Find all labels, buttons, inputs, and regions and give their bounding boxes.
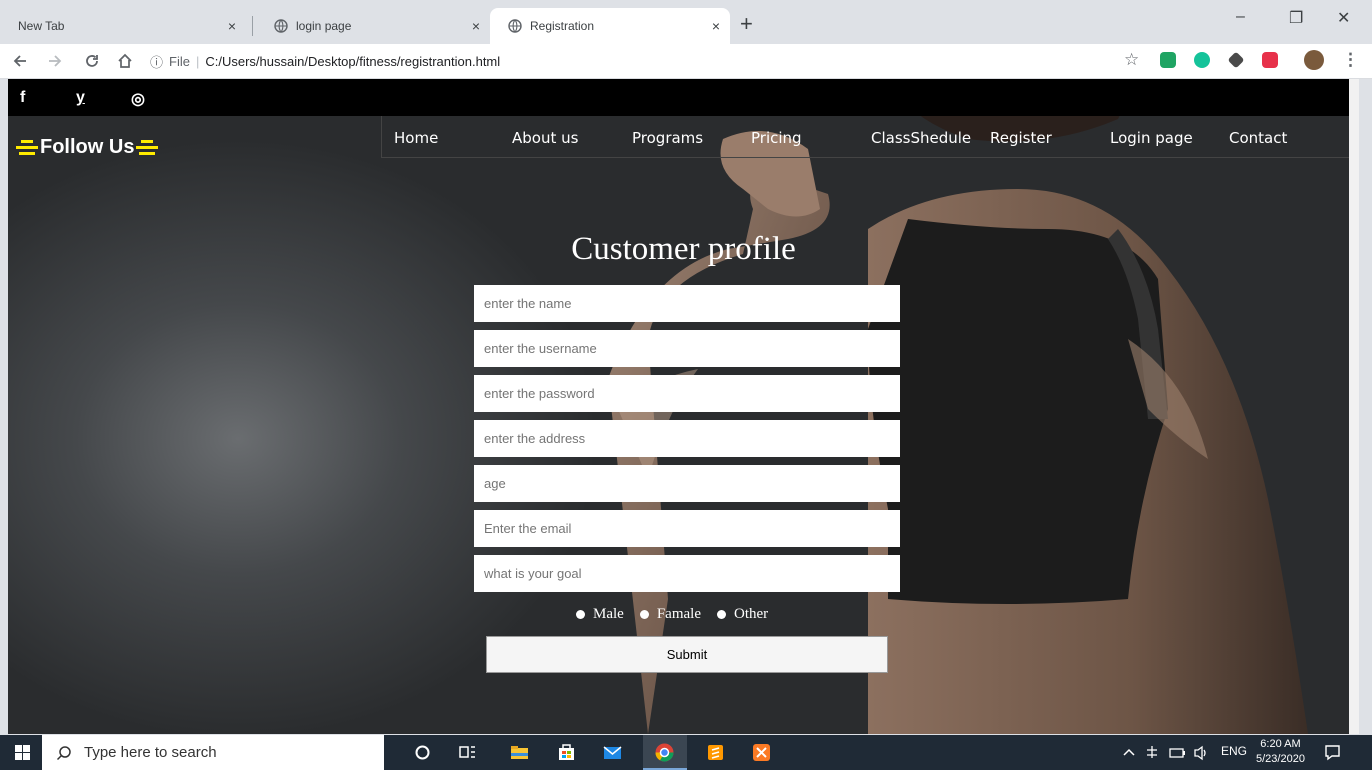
- form-title: Customer profile: [571, 231, 796, 267]
- task-view-icon[interactable]: [457, 742, 478, 763]
- clock-date: 5/23/2020: [1256, 753, 1305, 765]
- nav-home[interactable]: Home: [394, 129, 438, 147]
- email-input[interactable]: [474, 510, 900, 547]
- address-separator: |: [195, 53, 200, 69]
- restore-icon[interactable]: ❐: [1289, 8, 1303, 28]
- home-icon[interactable]: [116, 52, 134, 70]
- url-text[interactable]: C:/Users/hussain/Desktop/fitness/registr…: [205, 54, 500, 69]
- nav-register[interactable]: Register: [990, 129, 1052, 147]
- radio-male[interactable]: [576, 610, 585, 619]
- tab-label: Registration: [530, 19, 595, 33]
- close-icon[interactable]: ×: [228, 18, 236, 34]
- sublime-text-icon[interactable]: [705, 742, 726, 763]
- minimize-icon[interactable]: –: [1236, 8, 1245, 26]
- nav-about-us[interactable]: About us: [512, 129, 578, 147]
- nav-login-page[interactable]: Login page: [1110, 129, 1193, 147]
- store-icon[interactable]: [556, 742, 577, 763]
- tab-strip: New Tab × login page × Registration × + …: [0, 0, 1372, 44]
- network-icon[interactable]: [1143, 742, 1161, 763]
- new-tab-button[interactable]: +: [740, 11, 753, 37]
- language-indicator[interactable]: ENG: [1221, 744, 1247, 758]
- nav-class-schedule[interactable]: ClassShedule: [871, 129, 971, 147]
- windows-start-icon[interactable]: [12, 742, 33, 763]
- twitter-icon[interactable]: y: [76, 89, 85, 107]
- nav-pricing[interactable]: Pricing: [751, 129, 802, 147]
- social-top-bar: f y ◎: [8, 79, 1359, 116]
- name-input[interactable]: [474, 285, 900, 322]
- chrome-icon[interactable]: [654, 742, 675, 763]
- extension-pocket-icon[interactable]: [1262, 52, 1278, 68]
- info-icon[interactable]: ⓘ: [150, 52, 163, 71]
- extension-diamond-icon[interactable]: [1227, 51, 1245, 69]
- radio-label-other: Other: [733, 606, 769, 622]
- instagram-icon[interactable]: ◎: [131, 89, 145, 109]
- follow-us-heading: Follow Us: [14, 136, 160, 159]
- close-icon[interactable]: ×: [712, 18, 720, 34]
- search-placeholder: Type here to search: [84, 744, 217, 761]
- taskbar-search-box[interactable]: Type here to search: [42, 735, 384, 770]
- facebook-icon[interactable]: f: [20, 89, 25, 107]
- clock[interactable]: 6:20 AM 5/23/2020: [1256, 737, 1305, 767]
- radio-female[interactable]: [639, 610, 649, 619]
- password-input[interactable]: [474, 375, 900, 412]
- nav-contact[interactable]: Contact: [1229, 129, 1287, 147]
- windows-taskbar: Type here to search ENG 6:20 AM 5/23/202…: [0, 735, 1372, 770]
- follow-us-label: Follow Us: [40, 136, 135, 158]
- page-viewport: f y ◎ Follow Us Home About us Programs P…: [8, 79, 1359, 734]
- forward-icon[interactable]: [47, 53, 63, 69]
- extension-grammarly-icon[interactable]: [1194, 52, 1210, 68]
- gender-radio-group: Male Famale Other: [574, 606, 782, 623]
- menu-lines-icon: [16, 139, 38, 157]
- radio-label-male: Male: [593, 606, 624, 622]
- mail-icon[interactable]: [602, 742, 623, 763]
- extension-drive-icon[interactable]: [1160, 52, 1176, 68]
- address-bar[interactable]: ⓘ File | C:/Users/hussain/Desktop/fitnes…: [150, 48, 500, 74]
- age-input[interactable]: [474, 465, 900, 502]
- scheme-label: File: [169, 53, 190, 69]
- submit-button[interactable]: Submit: [486, 636, 888, 673]
- xampp-icon[interactable]: [751, 742, 772, 763]
- username-input[interactable]: [474, 330, 900, 367]
- main-nav: Home About us Programs Pricing ClassShed…: [381, 116, 1359, 158]
- globe-icon: [508, 19, 522, 33]
- reload-icon[interactable]: [84, 53, 100, 69]
- address-input[interactable]: [474, 420, 900, 457]
- menu-lines-icon: [136, 139, 159, 157]
- menu-icon[interactable]: ⋮: [1342, 50, 1359, 70]
- show-hidden-icons-icon[interactable]: [1122, 742, 1136, 763]
- tab-label: login page: [296, 19, 352, 33]
- close-icon[interactable]: ×: [472, 18, 480, 34]
- search-icon: [56, 745, 71, 760]
- back-icon[interactable]: [12, 53, 28, 69]
- close-window-icon[interactable]: ✕: [1337, 8, 1350, 28]
- tab-label: New Tab: [18, 19, 65, 33]
- goal-input[interactable]: [474, 555, 900, 592]
- cortana-icon[interactable]: [412, 742, 433, 763]
- radio-label-female: Famale: [656, 606, 701, 622]
- tab-separator: [252, 16, 253, 36]
- volume-icon[interactable]: [1192, 742, 1210, 763]
- browser-toolbar: ⓘ File | C:/Users/hussain/Desktop/fitnes…: [0, 44, 1372, 79]
- tab-login-page[interactable]: login page ×: [256, 8, 490, 44]
- globe-icon: [274, 19, 288, 33]
- bookmark-star-icon[interactable]: ☆: [1124, 50, 1139, 70]
- radio-other[interactable]: [716, 610, 726, 619]
- file-explorer-icon[interactable]: [509, 742, 530, 763]
- tab-new-tab[interactable]: New Tab ×: [0, 8, 246, 44]
- notifications-icon[interactable]: [1322, 742, 1343, 763]
- nav-programs[interactable]: Programs: [632, 129, 703, 147]
- tab-registration[interactable]: Registration ×: [490, 8, 730, 44]
- clock-time: 6:20 AM: [1260, 738, 1301, 750]
- battery-icon[interactable]: [1168, 742, 1186, 763]
- profile-avatar[interactable]: [1304, 50, 1324, 70]
